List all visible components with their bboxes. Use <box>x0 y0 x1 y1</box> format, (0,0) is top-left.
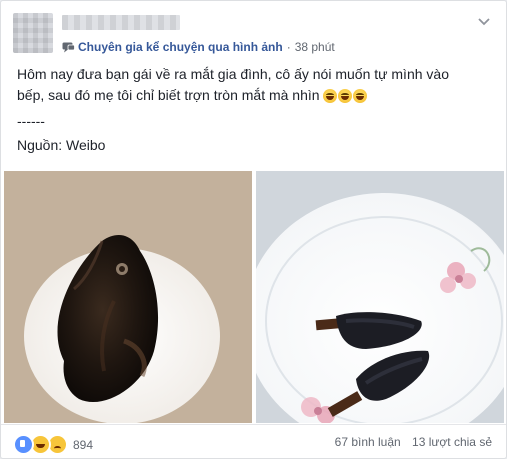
feed-post: Chuyên gia kể chuyện qua hình ảnh · 38 p… <box>0 0 507 459</box>
post-text-line-2-wrap: bếp, sau đó mẹ tôi chỉ biết trợn tròn mắ… <box>17 85 487 106</box>
group-name-link[interactable]: Chuyên gia kể chuyện qua hình ảnh <box>78 40 283 54</box>
shares-count-link[interactable]: 13 lượt chia sẻ <box>412 435 492 449</box>
photo-burnt-fish[interactable] <box>4 171 252 423</box>
laughing-emoji-icon <box>337 89 352 103</box>
author-avatar[interactable] <box>13 13 53 53</box>
post-meta: Chuyên gia kể chuyện qua hình ảnh · 38 p… <box>62 40 335 54</box>
photo-burnt-pastries[interactable] <box>256 171 504 423</box>
post-text: Hôm nay đưa bạn gái về ra mắt gia đình, … <box>17 64 487 106</box>
post-text-line-2: bếp, sau đó mẹ tôi chỉ biết trợn tròn mắ… <box>17 87 320 103</box>
post-footer: 894 67 bình luận 13 lượt chia sẻ <box>1 424 506 458</box>
like-icon <box>13 434 34 455</box>
engagement-counts: 67 bình luận 13 lượt chia sẻ <box>335 435 492 449</box>
post-source: Nguồn: Weibo <box>17 137 106 153</box>
chevron-down-icon[interactable] <box>478 17 490 27</box>
reaction-count: 894 <box>73 437 94 452</box>
comments-count-link[interactable]: 67 bình luận <box>335 435 401 449</box>
text-separator: ------ <box>17 113 45 129</box>
author-name-blurred[interactable] <box>62 15 180 30</box>
emoji-group <box>322 89 367 103</box>
laughing-emoji-icon <box>352 89 367 103</box>
meta-separator: · <box>286 40 291 54</box>
group-icon <box>62 42 75 53</box>
post-text-line-1: Hôm nay đưa bạn gái về ra mắt gia đình, … <box>17 66 449 82</box>
laughing-emoji-icon <box>322 89 337 103</box>
post-time[interactable]: 38 phút <box>295 40 335 54</box>
reactions-summary[interactable]: 894 <box>13 434 93 455</box>
